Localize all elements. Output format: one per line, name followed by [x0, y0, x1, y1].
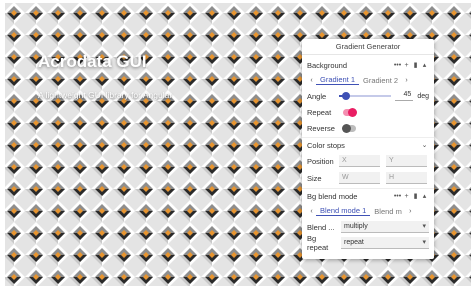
- color-stops-header[interactable]: Color stops ⌄: [307, 139, 429, 151]
- tab-blend-mode-2[interactable]: Blend m: [370, 207, 406, 216]
- tab-next-icon[interactable]: ›: [406, 208, 415, 215]
- reverse-label: Reverse: [307, 123, 335, 133]
- background-label: Background: [307, 60, 348, 70]
- tab-prev-icon[interactable]: ‹: [307, 208, 316, 215]
- bg-repeat-select[interactable]: repeat ▾: [341, 237, 429, 249]
- gradient-generator-panel: Gradient Generator Background ••• + ▮ ▴ …: [302, 39, 434, 259]
- tab-next-icon[interactable]: ›: [402, 77, 411, 84]
- bg-blend-mode-label: Bg blend mode: [307, 191, 358, 201]
- hero-title: Acrodata GUI: [38, 52, 147, 71]
- blend-label: Blend ...: [307, 222, 335, 232]
- chevron-down-icon[interactable]: ⌄: [420, 141, 429, 149]
- position-x-input[interactable]: X: [339, 155, 380, 167]
- bg-repeat-row: Bg repeat repeat ▾: [307, 234, 429, 252]
- angle-unit: deg: [417, 92, 429, 100]
- angle-input[interactable]: 45: [395, 91, 414, 101]
- blend-tabs: ‹ Blend mode 1 Blend m ›: [307, 205, 429, 217]
- blend-select-value: multiply: [344, 223, 368, 230]
- size-label: Size: [307, 173, 322, 183]
- angle-label: Angle: [307, 91, 327, 101]
- gradient-tabs: ‹ Gradient 1 Gradient 2 ›: [307, 74, 429, 86]
- background-header: Background ••• + ▮ ▴: [307, 59, 429, 71]
- repeat-toggle[interactable]: [343, 107, 357, 117]
- position-y-input[interactable]: Y: [386, 155, 427, 167]
- more-icon[interactable]: •••: [393, 193, 402, 200]
- tab-prev-icon[interactable]: ‹: [307, 77, 316, 84]
- repeat-row: Repeat: [307, 106, 429, 118]
- reverse-toggle[interactable]: [342, 123, 356, 133]
- tab-gradient-1[interactable]: Gradient 1: [316, 75, 360, 85]
- angle-row: Angle 45 deg: [307, 90, 429, 102]
- chevron-down-icon: ▾: [422, 223, 426, 230]
- chevron-down-icon: ▾: [422, 239, 426, 246]
- panel-title: Gradient Generator: [302, 39, 434, 55]
- position-row: Position X Y: [307, 155, 429, 167]
- blend-row: Blend ... multiply ▾: [307, 221, 429, 233]
- add-icon[interactable]: +: [402, 193, 411, 200]
- delete-icon[interactable]: ▮: [411, 61, 420, 69]
- bg-repeat-select-value: repeat: [344, 239, 364, 246]
- hero-subtitle: A lightweight GUI library for Angular: [38, 90, 173, 100]
- tab-gradient-2[interactable]: Gradient 2: [359, 76, 402, 85]
- add-icon[interactable]: +: [402, 62, 411, 69]
- angle-slider[interactable]: [339, 91, 392, 101]
- bg-blend-mode-header: Bg blend mode ••• + ▮ ▴: [307, 190, 429, 202]
- delete-icon[interactable]: ▮: [411, 192, 420, 200]
- size-w-input[interactable]: W: [339, 172, 380, 184]
- repeat-label: Repeat: [307, 107, 332, 117]
- collapse-icon[interactable]: ▴: [420, 192, 429, 200]
- bg-repeat-label: Bg repeat: [307, 234, 329, 252]
- position-label: Position: [307, 156, 334, 166]
- tab-blend-mode-1[interactable]: Blend mode 1: [316, 206, 371, 216]
- blend-select[interactable]: multiply ▾: [341, 221, 429, 233]
- angle-slider-thumb[interactable]: [341, 92, 350, 100]
- size-h-input[interactable]: H: [386, 172, 427, 184]
- more-icon[interactable]: •••: [393, 62, 402, 69]
- size-row: Size W H: [307, 172, 429, 184]
- reverse-row: Reverse: [307, 122, 429, 134]
- collapse-icon[interactable]: ▴: [420, 61, 429, 69]
- color-stops-label: Color stops: [307, 140, 345, 150]
